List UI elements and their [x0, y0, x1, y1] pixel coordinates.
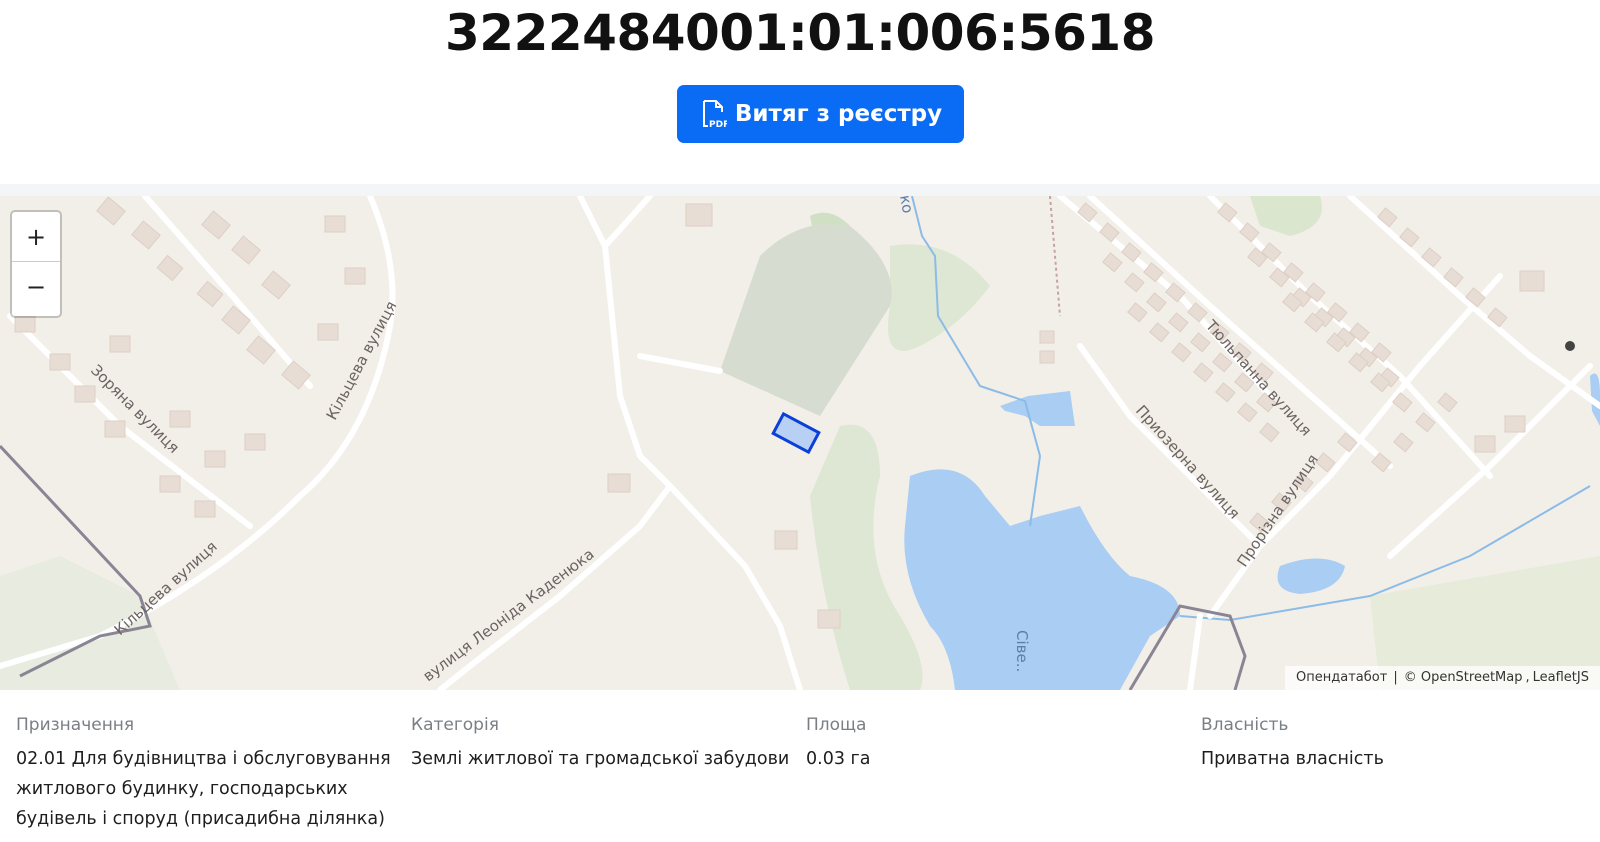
purpose-label: Призначення [16, 715, 135, 735]
street-label-kiltseva-bottom: Кільцева вулиця [111, 537, 221, 639]
street-label-kadeniuka: вулиця Леоніда Каденюка [420, 545, 598, 685]
lake-label: Сіве.. [1013, 630, 1031, 672]
stream-label: ко [896, 196, 917, 215]
street-label-tyulpanna: Тюльпанна вулиця [1201, 316, 1315, 440]
zoom-in-button[interactable]: + [12, 212, 60, 262]
parcel-details: Призначення 02.01 Для будівництва і обсл… [0, 690, 1600, 842]
header: 3222484001:01:006:5618 PDF Витяг з реєст… [0, 0, 1600, 184]
street-label-prorizna: Прорізна вулиця [1233, 451, 1322, 570]
attribution-leaflet[interactable]: LeafletJS [1533, 670, 1589, 685]
extract-registry-button[interactable]: PDF Витяг з реєстру [677, 85, 964, 143]
zoom-control: + − [10, 210, 62, 318]
map[interactable]: Зоряна вулиця Кільцева вулиця Кільцева в… [0, 196, 1600, 690]
attribution-separator: | [1393, 670, 1398, 685]
purpose-line: будівель і споруд (присадибна ділянка) [16, 809, 385, 829]
map-canvas[interactable]: Зоряна вулиця Кільцева вулиця Кільцева в… [0, 196, 1600, 690]
category-block: Категорія Землі житлової та громадської … [411, 714, 791, 774]
map-attribution: Опендатабот | © OpenStreetMap, LeafletJS [1285, 666, 1600, 690]
extract-registry-label: Витяг з реєстру [734, 101, 943, 127]
area-label: Площа [806, 715, 867, 735]
ownership-value: Приватна власність [1201, 749, 1384, 769]
category-value: Землі житлової та громадської забудови [411, 749, 790, 769]
svg-text:PDF: PDF [709, 120, 727, 129]
purpose-value: 02.01 Для будівництва і обслуговування ж… [16, 744, 396, 834]
purpose-line: 02.01 Для будівництва і обслуговування [16, 749, 391, 769]
purpose-block: Призначення 02.01 Для будівництва і обсл… [16, 714, 396, 834]
ownership-label: Власність [1201, 715, 1289, 735]
area-block: Площа 0.03 га [806, 714, 1186, 774]
pdf-file-icon: PDF [702, 100, 727, 129]
ownership-block: Власність Приватна власність [1201, 714, 1581, 774]
purpose-line: житлового будинку, господарських [16, 779, 348, 799]
attribution-osm[interactable]: © OpenStreetMap [1404, 670, 1523, 685]
area-value: 0.03 га [806, 749, 871, 769]
street-label-pryozerna: Приозерна вулиця [1132, 402, 1243, 523]
page-title: 3222484001:01:006:5618 [445, 4, 1156, 62]
attribution-opendatabot[interactable]: Опендатабот [1296, 670, 1387, 685]
street-label-kiltseva-top: Кільцева вулиця [323, 298, 401, 423]
divider [0, 184, 1600, 196]
category-label: Категорія [411, 715, 499, 735]
zoom-out-button[interactable]: − [12, 262, 60, 312]
